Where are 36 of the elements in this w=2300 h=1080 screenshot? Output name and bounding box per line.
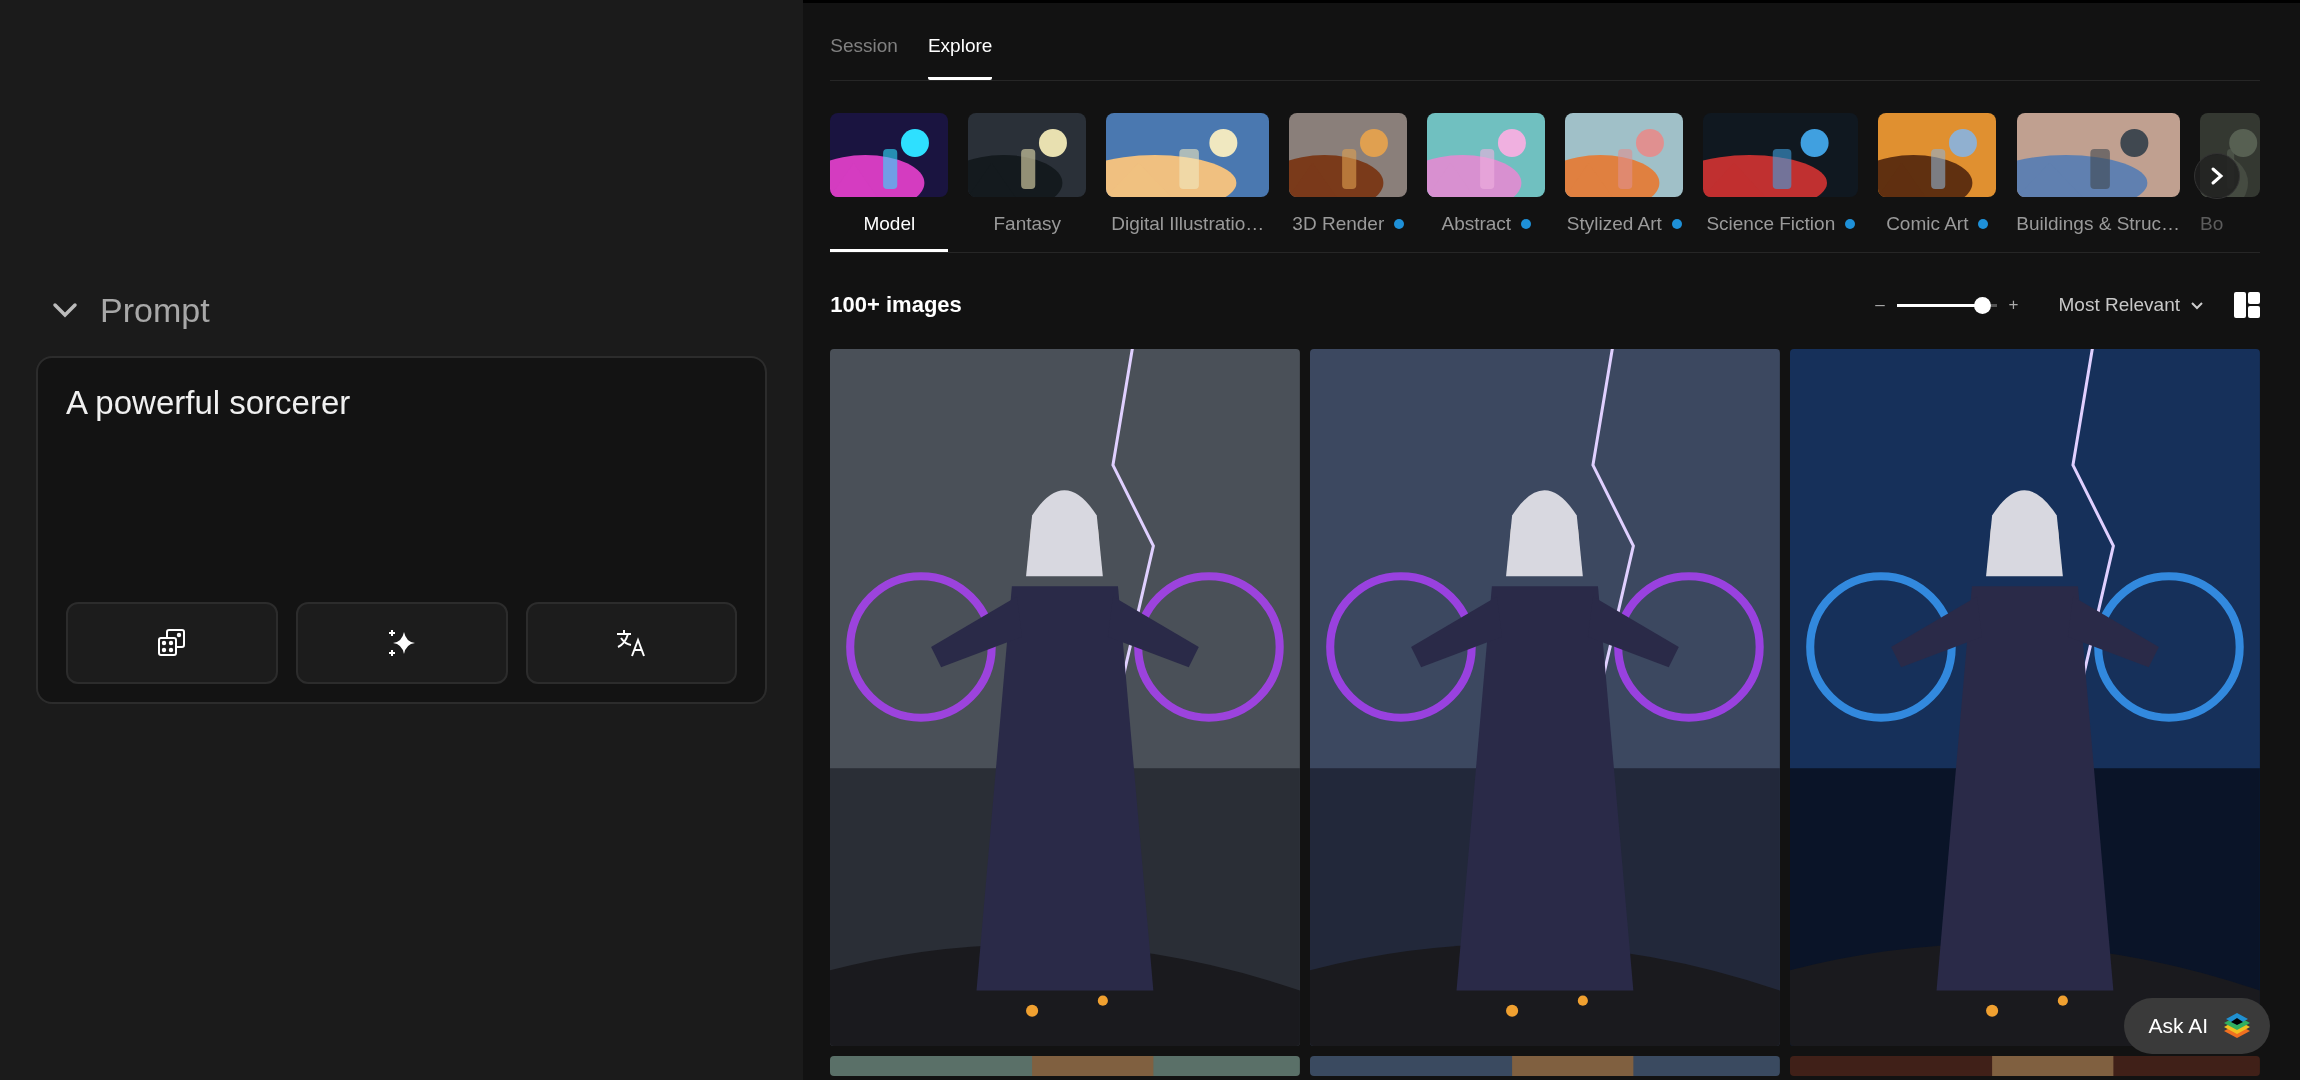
category-label: Abstract — [1441, 213, 1512, 235]
category-label: Bo — [2200, 213, 2224, 235]
category-tab[interactable]: Fantasy — [968, 113, 1087, 252]
category-label: Buildings & Struc… — [2016, 213, 2180, 235]
category-tab[interactable]: Abstract — [1427, 113, 1546, 252]
translate-icon — [615, 627, 648, 658]
category-label: Fantasy — [993, 213, 1062, 235]
tab[interactable]: Explore — [927, 35, 993, 80]
sort-dropdown[interactable]: Most Relevant — [2058, 294, 2204, 316]
category-tab[interactable]: Science Fiction — [1703, 113, 1859, 252]
next-button[interactable] — [2194, 153, 2240, 199]
category-tab[interactable]: Stylized Art — [1565, 113, 1684, 252]
category-label: Stylized Art — [1566, 213, 1662, 235]
category-tab[interactable]: Buildings & Struc… — [2016, 113, 2180, 252]
category-label: Comic Art — [1886, 213, 1969, 235]
category-tab[interactable]: Digital Illustratio… — [1106, 113, 1270, 252]
category-label: Model — [863, 213, 916, 235]
dice-icon — [156, 627, 187, 658]
chevron-right-icon — [2210, 166, 2224, 186]
layout-icon[interactable] — [2234, 292, 2260, 318]
category-tab[interactable]: Model — [830, 113, 949, 252]
category-tab[interactable]: Comic Art — [1878, 113, 1997, 252]
category-label: Digital Illustratio… — [1111, 213, 1265, 235]
category-label: 3D Render — [1292, 213, 1385, 235]
section-title: Prompt — [100, 290, 210, 330]
image-count: 100+ images — [830, 292, 963, 318]
layers-icon — [2222, 1012, 2252, 1040]
ask-ai-button[interactable]: Ask AI — [2124, 998, 2270, 1054]
category-tab[interactable]: 3D Render — [1289, 113, 1408, 252]
zoom-slider[interactable] — [1896, 296, 1997, 314]
chevron-icon[interactable] — [52, 302, 78, 318]
chevron-down-icon — [2190, 300, 2204, 310]
tab[interactable]: Session — [830, 35, 898, 80]
category-label: Science Fiction — [1706, 213, 1836, 235]
zoom-in-button[interactable]: + — [2008, 295, 2019, 315]
zoom-out-button[interactable]: – — [1875, 295, 1885, 315]
